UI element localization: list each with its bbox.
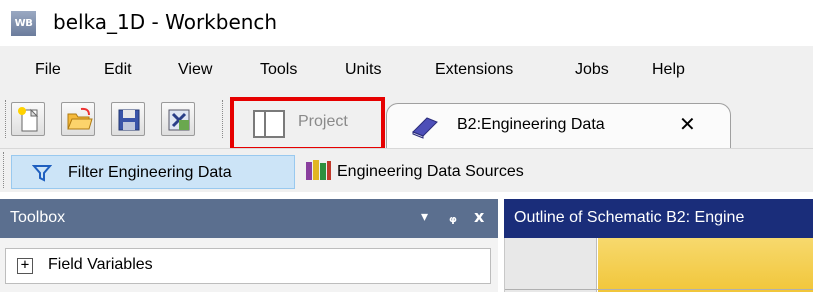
toolbar-grip — [5, 100, 7, 138]
import-button[interactable] — [161, 102, 195, 136]
filterbar-grip — [3, 152, 5, 188]
menu-extensions[interactable]: Extensions — [435, 61, 513, 79]
outline-grid-line — [505, 289, 813, 290]
tab-engineering-data-label: B2:Engineering Data — [457, 116, 605, 133]
toolbox-title: Toolbox — [10, 209, 66, 226]
panel-dropdown-icon[interactable]: ▾ — [421, 209, 428, 225]
pin-icon[interactable]: ᵩ — [449, 207, 457, 226]
menu-units[interactable]: Units — [345, 61, 381, 79]
outline-column-header — [598, 238, 813, 292]
menu-help[interactable]: Help — [652, 61, 685, 79]
toolbox-group-field-variables[interactable]: + Field Variables — [5, 248, 491, 284]
outline-table — [504, 238, 813, 292]
expand-icon[interactable]: + — [17, 258, 33, 274]
engineering-data-sources-label: Engineering Data Sources — [337, 163, 524, 180]
title-bar: WB belka_1D - Workbench — [0, 0, 813, 46]
close-panel-icon[interactable]: x — [474, 207, 484, 226]
engineering-data-toolbar: Filter Engineering Data Engineering Data… — [0, 148, 813, 192]
filter-funnel-icon — [32, 165, 52, 182]
open-icon — [67, 107, 93, 130]
menu-jobs[interactable]: Jobs — [575, 61, 609, 79]
toolbox-panel-body: + Field Variables — [0, 238, 498, 292]
save-project-button[interactable] — [111, 102, 145, 136]
tab-engineering-data[interactable]: B2:Engineering Data ✕ — [386, 103, 731, 148]
new-icon — [18, 107, 39, 132]
outline-row-header — [505, 238, 597, 292]
menu-bar: File Edit View Tools Units Extensions Jo… — [0, 46, 813, 96]
menu-file[interactable]: File — [35, 61, 61, 79]
import-icon — [168, 109, 190, 131]
field-variables-label: Field Variables — [48, 256, 153, 273]
save-icon — [118, 109, 140, 131]
window-title: belka_1D - Workbench — [53, 10, 278, 34]
engineering-data-sources-button[interactable]: Engineering Data Sources — [300, 155, 590, 189]
outline-panel-header: Outline of Schematic B2: Engine — [504, 199, 813, 238]
menu-view[interactable]: View — [178, 61, 212, 79]
open-project-button[interactable] — [61, 102, 95, 136]
engineering-data-book-icon — [412, 117, 438, 139]
close-tab-icon[interactable]: ✕ — [679, 112, 696, 136]
library-books-icon — [306, 160, 331, 180]
outline-title: Outline of Schematic B2: Engine — [514, 209, 745, 226]
workbench-app-icon: WB — [11, 11, 36, 36]
menu-edit[interactable]: Edit — [104, 61, 132, 79]
filter-engineering-data-label: Filter Engineering Data — [68, 164, 232, 181]
highlight-annotation — [230, 97, 385, 151]
new-project-button[interactable] — [11, 102, 45, 136]
filter-engineering-data-button[interactable]: Filter Engineering Data — [11, 155, 295, 189]
toolbox-panel-header: Toolbox ▾ ᵩ x — [0, 199, 498, 238]
toolbar-separator — [222, 100, 224, 138]
menu-tools[interactable]: Tools — [260, 61, 297, 79]
